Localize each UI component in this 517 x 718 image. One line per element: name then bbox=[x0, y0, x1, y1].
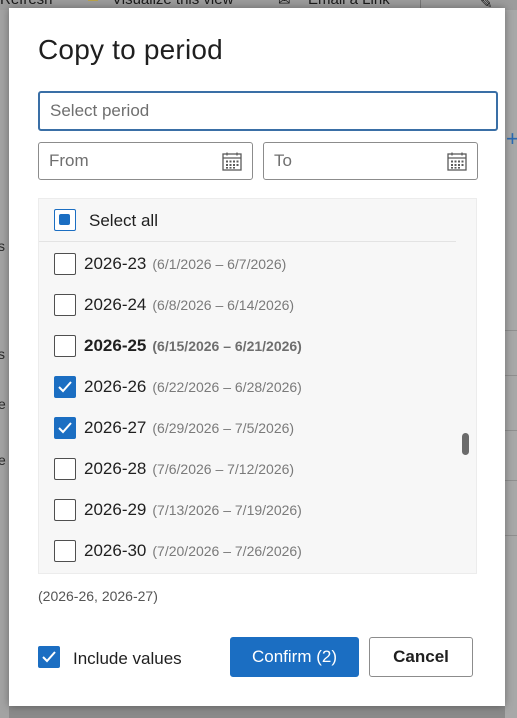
background-right-column bbox=[505, 10, 517, 718]
period-date-range: (6/1/2026 – 6/7/2026) bbox=[152, 256, 287, 272]
period-name: 2026-27 bbox=[84, 418, 147, 437]
period-checkbox[interactable] bbox=[54, 294, 76, 316]
period-label: 2026-28 (7/6/2026 – 7/12/2026) bbox=[84, 459, 294, 479]
period-name: 2026-23 bbox=[84, 254, 147, 273]
period-row[interactable]: 2026-26 (6/22/2026 – 6/28/2026) bbox=[39, 367, 456, 408]
period-label: 2026-23 (6/1/2026 – 6/7/2026) bbox=[84, 254, 286, 274]
from-input[interactable] bbox=[39, 143, 219, 179]
period-row[interactable]: 2026-28 (7/6/2026 – 7/12/2026) bbox=[39, 449, 456, 490]
calendar-icon[interactable] bbox=[222, 152, 242, 171]
period-list: Select all 2026-23 (6/1/2026 – 6/7/2026) 2… bbox=[38, 198, 477, 574]
period-checkbox[interactable] bbox=[54, 540, 76, 562]
period-row[interactable]: 2026-30 (7/20/2026 – 7/26/2026) bbox=[39, 531, 456, 572]
period-checkbox[interactable] bbox=[54, 417, 76, 439]
period-date-range: (7/20/2026 – 7/26/2026) bbox=[152, 543, 302, 559]
period-label: 2026-27 (6/29/2026 – 7/5/2026) bbox=[84, 418, 294, 438]
checkmark-icon bbox=[42, 651, 56, 663]
select-all-row[interactable]: Select all bbox=[39, 199, 456, 242]
period-date-range: (6/8/2026 – 6/14/2026) bbox=[152, 297, 295, 313]
period-name: 2026-28 bbox=[84, 459, 147, 478]
copy-to-period-dialog: Copy to period Select period From To Sel… bbox=[9, 8, 505, 706]
calendar-icon[interactable] bbox=[447, 152, 467, 171]
dialog-title: Copy to period bbox=[38, 34, 223, 65]
to-date-field[interactable] bbox=[263, 142, 478, 180]
period-date-range: (6/29/2026 – 7/5/2026) bbox=[152, 420, 295, 436]
checkmark-icon bbox=[58, 422, 72, 434]
period-label: 2026-26 (6/22/2026 – 6/28/2026) bbox=[84, 377, 302, 397]
period-checkbox[interactable] bbox=[54, 335, 76, 357]
select-all-label: Select all bbox=[89, 211, 158, 230]
period-checkbox[interactable] bbox=[54, 499, 76, 521]
period-row[interactable]: 2026-29 (7/13/2026 – 7/19/2026) bbox=[39, 490, 456, 531]
period-label: 2026-29 (7/13/2026 – 7/19/2026) bbox=[84, 500, 302, 520]
period-date-range: (6/15/2026 – 6/21/2026) bbox=[152, 338, 302, 354]
include-values-label: Include values bbox=[73, 649, 182, 668]
cancel-button[interactable]: Cancel bbox=[369, 637, 473, 677]
period-row[interactable]: 2026-23 (6/1/2026 – 6/7/2026) bbox=[39, 244, 456, 285]
period-checkbox[interactable] bbox=[54, 376, 76, 398]
period-row[interactable]: 2026-25 (6/15/2026 – 6/21/2026) bbox=[39, 326, 456, 367]
period-name: 2026-25 bbox=[84, 336, 147, 355]
period-name: 2026-29 bbox=[84, 500, 147, 519]
period-label: 2026-25 (6/15/2026 – 6/21/2026) bbox=[84, 336, 302, 356]
period-date-range: (6/22/2026 – 6/28/2026) bbox=[152, 379, 302, 395]
to-input[interactable] bbox=[264, 143, 444, 179]
background-left-column: s s e e bbox=[0, 10, 9, 718]
period-date-range: (7/6/2026 – 7/12/2026) bbox=[152, 461, 295, 477]
select-all-checkbox[interactable] bbox=[54, 209, 76, 231]
period-label: 2026-24 (6/8/2026 – 6/14/2026) bbox=[84, 295, 294, 315]
scrollbar-thumb[interactable] bbox=[462, 433, 469, 455]
period-row[interactable]: 2026-24 (6/8/2026 – 6/14/2026) bbox=[39, 285, 456, 326]
confirm-button[interactable]: Confirm (2) bbox=[230, 637, 359, 677]
selected-periods-summary: (2026-26, 2026-27) bbox=[38, 588, 158, 604]
period-checkbox[interactable] bbox=[54, 458, 76, 480]
period-label: 2026-30 (7/20/2026 – 7/26/2026) bbox=[84, 541, 302, 561]
refresh-button-bg: Refresh bbox=[0, 0, 53, 8]
period-name: 2026-26 bbox=[84, 377, 147, 396]
checkmark-icon bbox=[58, 381, 72, 393]
period-name: 2026-24 bbox=[84, 295, 147, 314]
visualize-icon bbox=[88, 0, 98, 1]
period-checkbox[interactable] bbox=[54, 253, 76, 275]
period-name: 2026-30 bbox=[84, 541, 147, 560]
add-icon-bg: + bbox=[506, 126, 517, 151]
period-row[interactable]: 2026-27 (6/29/2026 – 7/5/2026) bbox=[39, 408, 456, 449]
include-values-checkbox[interactable] bbox=[38, 646, 60, 668]
from-date-field[interactable] bbox=[38, 142, 253, 180]
select-period-input[interactable] bbox=[38, 91, 498, 131]
period-date-range: (7/13/2026 – 7/19/2026) bbox=[152, 502, 302, 518]
